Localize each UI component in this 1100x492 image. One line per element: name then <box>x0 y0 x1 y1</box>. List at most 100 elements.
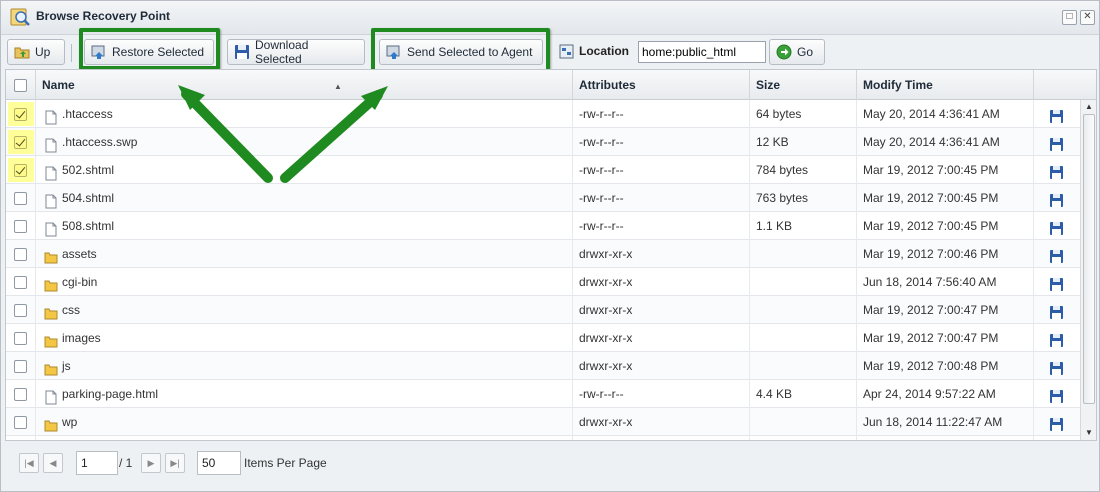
file-name[interactable]: .htaccess.swp <box>62 128 137 156</box>
column-header-name[interactable]: Name ▲ <box>36 70 573 100</box>
modify-time-cell: Mar 19, 2012 7:00:45 PM <box>857 212 1034 240</box>
attributes-cell: drwxr-xr-x <box>573 240 750 268</box>
file-name[interactable]: wp <box>62 408 77 436</box>
table-row[interactable]: images drwxr-xr-x Mar 19, 2012 7:00:47 PM <box>6 324 1080 352</box>
column-header-size[interactable]: Size <box>750 70 857 100</box>
table-row[interactable]: assets drwxr-xr-x Mar 19, 2012 7:00:46 PM <box>6 240 1080 268</box>
table-row[interactable]: js drwxr-xr-x Mar 19, 2012 7:00:48 PM <box>6 352 1080 380</box>
download-file-icon[interactable] <box>1049 330 1064 347</box>
file-name[interactable]: 508.shtml <box>62 212 114 240</box>
file-name[interactable]: cgi-bin <box>62 268 97 296</box>
download-file-icon[interactable] <box>1049 134 1064 151</box>
file-name[interactable]: js <box>62 352 71 380</box>
row-checkbox[interactable] <box>14 248 27 261</box>
file-name[interactable]: parking-page.html <box>62 380 158 408</box>
folder-icon <box>44 275 58 292</box>
row-select-cell <box>6 240 36 268</box>
action-cell <box>1034 128 1080 156</box>
row-checkbox[interactable] <box>14 192 27 205</box>
name-cell: .htaccess.swp <box>36 128 573 156</box>
table-row[interactable]: wp drwxr-xr-x Jun 18, 2014 11:22:47 AM <box>6 408 1080 436</box>
row-checkbox[interactable] <box>14 136 27 149</box>
scroll-thumb[interactable] <box>1083 114 1095 404</box>
table-row[interactable]: parking-page.html -rw-r--r-- 4.4 KB Apr 24,… <box>6 380 1080 408</box>
action-cell <box>1034 156 1080 184</box>
last-page-button[interactable]: ▶| <box>165 453 185 473</box>
download-file-icon[interactable] <box>1049 190 1064 207</box>
download-selected-button[interactable]: Download Selected <box>227 38 365 66</box>
name-cell: assets <box>36 240 573 268</box>
row-checkbox[interactable] <box>14 388 27 401</box>
row-checkbox[interactable] <box>14 220 27 233</box>
vertical-scrollbar[interactable]: ▲ ▼ <box>1080 100 1096 440</box>
modify-time-cell: May 20, 2014 4:36:41 AM <box>857 100 1034 128</box>
floppy-disk-icon <box>235 45 249 59</box>
download-file-icon[interactable] <box>1049 414 1064 431</box>
row-checkbox[interactable] <box>14 304 27 317</box>
page-number-input[interactable] <box>76 451 118 475</box>
location-label: Location <box>579 44 629 58</box>
page-count: / 1 <box>119 456 133 470</box>
table-row[interactable]: 508.shtml -rw-r--r-- 1.1 KB Mar 19, 2012 7:… <box>6 212 1080 240</box>
download-file-icon[interactable] <box>1049 274 1064 291</box>
table-row[interactable]: .htaccess.swp -rw-r--r-- 12 KB May 20, 2014… <box>6 128 1080 156</box>
name-cell: 502.shtml <box>36 156 573 184</box>
file-name[interactable]: .htaccess <box>62 100 113 128</box>
pagination-bar: |◀ ◀ / 1 ▶ ▶| Items Per Page <box>5 443 1097 483</box>
column-header-attributes[interactable]: Attributes <box>573 70 750 100</box>
folder-up-icon <box>14 47 30 59</box>
row-checkbox[interactable] <box>14 108 27 121</box>
file-name[interactable]: images <box>62 324 101 352</box>
window-title: Browse Recovery Point <box>36 9 171 23</box>
size-cell <box>750 240 857 268</box>
scroll-down-arrow[interactable]: ▼ <box>1085 428 1093 437</box>
row-select-cell <box>6 352 36 380</box>
file-name[interactable]: 502.shtml <box>62 156 114 184</box>
column-header-modify-time[interactable]: Modify Time <box>857 70 1034 100</box>
file-name[interactable]: 504.shtml <box>62 184 114 212</box>
go-button[interactable]: Go <box>769 39 825 65</box>
select-all-checkbox[interactable] <box>14 79 27 92</box>
scroll-up-arrow[interactable]: ▲ <box>1085 102 1093 111</box>
download-file-icon[interactable] <box>1049 218 1064 235</box>
first-page-button[interactable]: |◀ <box>19 453 39 473</box>
browse-recovery-point-window: Browse Recovery Point □ ✕ Up Restore Sel… <box>0 0 1100 492</box>
attributes-cell: -rw-r--r-- <box>573 100 750 128</box>
row-checkbox[interactable] <box>14 332 27 345</box>
file-name[interactable]: css <box>62 296 80 324</box>
size-cell: 784 bytes <box>750 156 857 184</box>
table-row[interactable]: cgi-bin drwxr-xr-x Jun 18, 2014 7:56:40 AM <box>6 268 1080 296</box>
download-label: Download Selected <box>255 38 309 66</box>
table-row[interactable]: css drwxr-xr-x Mar 19, 2012 7:00:47 PM <box>6 296 1080 324</box>
name-cell: cgi-bin <box>36 268 573 296</box>
previous-page-button[interactable]: ◀ <box>43 453 63 473</box>
download-file-icon[interactable] <box>1049 302 1064 319</box>
download-file-icon[interactable] <box>1049 162 1064 179</box>
close-button[interactable]: ✕ <box>1080 10 1095 25</box>
download-file-icon[interactable] <box>1049 106 1064 123</box>
download-file-icon[interactable] <box>1049 246 1064 263</box>
download-file-icon[interactable] <box>1049 386 1064 403</box>
maximize-button[interactable]: □ <box>1062 10 1077 25</box>
row-checkbox[interactable] <box>14 360 27 373</box>
table-row[interactable]: 502.shtml -rw-r--r-- 784 bytes Mar 19, 2012… <box>6 156 1080 184</box>
size-cell <box>750 436 857 440</box>
row-checkbox[interactable] <box>14 276 27 289</box>
name-cell: 504.shtml <box>36 184 573 212</box>
table-row[interactable]: .htaccess -rw-r--r-- 64 bytes May 20, 2014 … <box>6 100 1080 128</box>
download-file-icon[interactable] <box>1049 358 1064 375</box>
name-cell: parking-page.html <box>36 380 573 408</box>
row-select-cell <box>6 268 36 296</box>
file-name[interactable]: assets <box>62 240 97 268</box>
table-row[interactable]: drwxr-xr-x <box>6 436 1080 440</box>
next-page-button[interactable]: ▶ <box>141 453 161 473</box>
attributes-cell: -rw-r--r-- <box>573 128 750 156</box>
row-checkbox[interactable] <box>14 416 27 429</box>
up-button[interactable]: Up <box>7 39 65 65</box>
row-checkbox[interactable] <box>14 164 27 177</box>
size-cell: 12 KB <box>750 128 857 156</box>
items-per-page-input[interactable] <box>197 451 241 475</box>
row-select-cell <box>6 212 36 240</box>
location-input[interactable] <box>638 41 766 63</box>
table-row[interactable]: 504.shtml -rw-r--r-- 763 bytes Mar 19, 2012… <box>6 184 1080 212</box>
